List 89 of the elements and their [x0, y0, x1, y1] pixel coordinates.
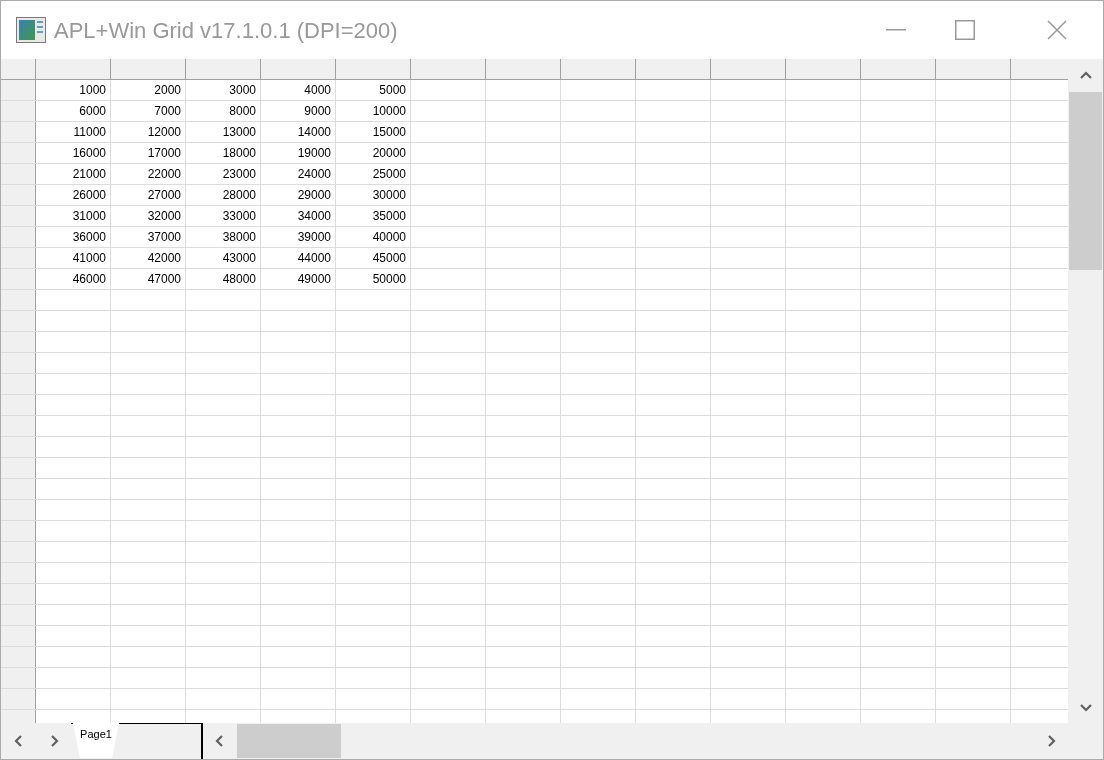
table-cell: 15000 [336, 122, 411, 142]
table-cell: 29000 [261, 185, 336, 205]
row-header[interactable] [1, 500, 36, 520]
row-header[interactable] [1, 689, 36, 709]
table-cell: 28000 [186, 185, 261, 205]
table-cell: 3000 [186, 80, 261, 100]
row-header[interactable] [1, 479, 36, 499]
table-cell: 19000 [261, 143, 336, 163]
row-header[interactable] [1, 332, 36, 352]
table-cell: 48000 [186, 269, 261, 289]
table-cell: 12000 [111, 122, 186, 142]
table-cell: 6000 [36, 101, 111, 121]
row-header[interactable] [1, 80, 36, 100]
table-cell: 43000 [186, 248, 261, 268]
row-header[interactable] [1, 563, 36, 583]
scrollbar-thumb[interactable] [237, 724, 341, 758]
table-cell: 8000 [186, 101, 261, 121]
table-cell: 23000 [186, 164, 261, 184]
row-header[interactable] [1, 626, 36, 646]
table-cell: 50000 [336, 269, 411, 289]
table-cell: 33000 [186, 206, 261, 226]
app-icon [16, 17, 46, 43]
close-icon [1047, 20, 1067, 40]
scrollbar-thumb[interactable] [1069, 92, 1102, 270]
row-header[interactable] [1, 605, 36, 625]
table-cell: 26000 [36, 185, 111, 205]
table-cell: 35000 [336, 206, 411, 226]
row-header[interactable] [1, 122, 36, 142]
table-cell: 39000 [261, 227, 336, 247]
table-cell: 22000 [111, 164, 186, 184]
table-cell: 10000 [336, 101, 411, 121]
table-cell: 44000 [261, 248, 336, 268]
row-header[interactable] [1, 521, 36, 541]
row-header[interactable] [1, 311, 36, 331]
row-header[interactable] [1, 668, 36, 688]
table-cell: 2000 [111, 80, 186, 100]
row-header[interactable] [1, 416, 36, 436]
table-cell: 18000 [186, 143, 261, 163]
table-cell: 5000 [336, 80, 411, 100]
table-cell: 38000 [186, 227, 261, 247]
table-cell: 25000 [336, 164, 411, 184]
table-cell: 11000 [36, 122, 111, 142]
row-header[interactable] [1, 353, 36, 373]
row-header[interactable] [1, 395, 36, 415]
row-header[interactable] [1, 437, 36, 457]
row-header[interactable] [1, 164, 36, 184]
table-cell: 21000 [36, 164, 111, 184]
table-cell: 47000 [111, 269, 186, 289]
table-cell: 14000 [261, 122, 336, 142]
table-cell: 36000 [36, 227, 111, 247]
row-header[interactable] [1, 227, 36, 247]
table-cell: 49000 [261, 269, 336, 289]
table-cell: 37000 [111, 227, 186, 247]
row-header[interactable] [1, 374, 36, 394]
table-cell: 27000 [111, 185, 186, 205]
row-header[interactable] [1, 647, 36, 667]
table-cell: 24000 [261, 164, 336, 184]
window-title: APL+Win Grid v17.1.0.1 (DPI=200) [54, 16, 398, 45]
maximize-icon [955, 20, 975, 40]
row-header[interactable] [1, 185, 36, 205]
row-header[interactable] [1, 290, 36, 310]
table-cell: 17000 [111, 143, 186, 163]
table-cell: 42000 [111, 248, 186, 268]
table-cell: 45000 [336, 248, 411, 268]
table-cell: 20000 [336, 143, 411, 163]
table-cell: 46000 [36, 269, 111, 289]
table-cell: 40000 [336, 227, 411, 247]
row-header[interactable] [1, 206, 36, 226]
row-header[interactable] [1, 101, 36, 121]
table-cell: 13000 [186, 122, 261, 142]
row-header[interactable] [1, 269, 36, 289]
table-cell: 4000 [261, 80, 336, 100]
table-cell: 16000 [36, 143, 111, 163]
row-header[interactable] [1, 584, 36, 604]
sheet-tab[interactable]: Page1 [73, 723, 119, 758]
table-cell: 1000 [36, 80, 111, 100]
minimize-icon [886, 29, 906, 31]
row-header[interactable] [1, 248, 36, 268]
row-header[interactable] [1, 458, 36, 478]
vertical-scrollbar[interactable] [1068, 59, 1103, 723]
table-cell: 7000 [111, 101, 186, 121]
table-cell: 41000 [36, 248, 111, 268]
table-cell: 9000 [261, 101, 336, 121]
row-header[interactable] [1, 143, 36, 163]
table-cell: 31000 [36, 206, 111, 226]
table-cell: 32000 [111, 206, 186, 226]
table-cell: 34000 [261, 206, 336, 226]
table-cell: 30000 [336, 185, 411, 205]
row-header[interactable] [1, 542, 36, 562]
